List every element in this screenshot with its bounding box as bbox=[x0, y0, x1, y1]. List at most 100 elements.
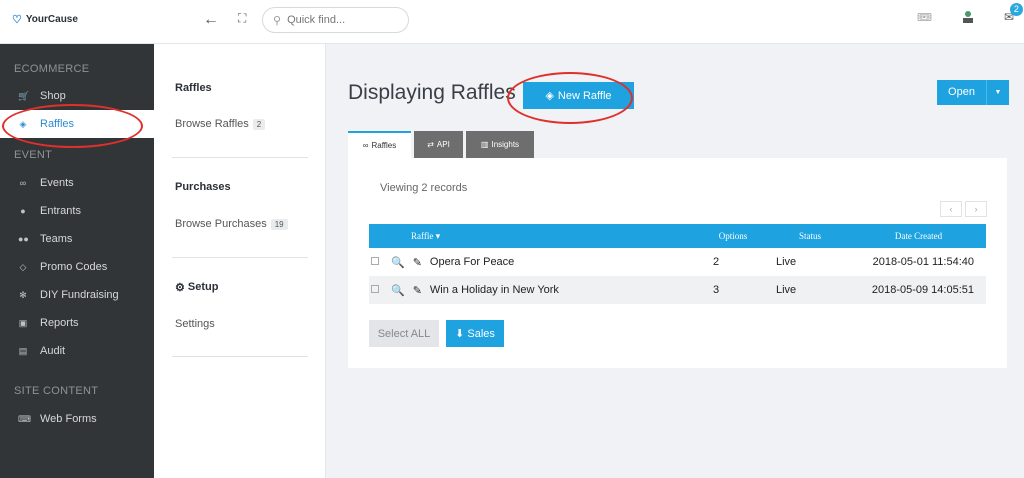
sidebar-item-label: DIY Fundraising bbox=[40, 289, 119, 301]
tab-bar: ∞ Raffles ⇄ API ▥ Insights bbox=[348, 131, 534, 158]
record-count: Viewing 2 records bbox=[380, 182, 468, 194]
tab-api[interactable]: ⇄ API bbox=[414, 131, 463, 158]
sidebar-item-label: Entrants bbox=[40, 205, 81, 217]
search-icon[interactable]: 🔍 bbox=[391, 256, 405, 269]
pager-next-button[interactable]: › bbox=[965, 201, 987, 217]
sidebar-item-teams[interactable]: ●● Teams bbox=[0, 225, 154, 253]
divider bbox=[172, 157, 308, 158]
subnav-purchases-title: Purchases bbox=[175, 181, 231, 193]
sidebar-item-events[interactable]: ∞ Events bbox=[0, 169, 154, 197]
exchange-icon: ⇄ bbox=[427, 140, 434, 149]
select-all-button[interactable]: Select ALL bbox=[369, 320, 439, 347]
setup-label: Setup bbox=[187, 281, 219, 293]
users-icon: ●● bbox=[18, 234, 29, 244]
tab-insights[interactable]: ▥ Insights bbox=[466, 131, 534, 158]
open-dropdown-button[interactable]: Open ▼ bbox=[937, 80, 1009, 105]
fullscreen-icon[interactable]: ⛶ bbox=[238, 11, 246, 26]
gear-icon: ✻ bbox=[19, 289, 27, 300]
sidebar-item-label: Events bbox=[40, 177, 74, 189]
pager-prev-button[interactable]: ‹ bbox=[940, 201, 962, 217]
sidebar-item-reports[interactable]: ▣ Reports bbox=[0, 309, 154, 337]
header-status[interactable]: Status bbox=[769, 224, 851, 248]
gear-icon: ⚙ bbox=[175, 282, 185, 294]
user-icon: ● bbox=[20, 206, 26, 216]
tab-raffles[interactable]: ∞ Raffles bbox=[348, 131, 411, 158]
logo-text: YourCause bbox=[25, 14, 78, 25]
top-bar: ♡ YourCause ← ⛶ ⚲ 🎟 ✉ 2 bbox=[0, 0, 1024, 44]
options-cell: 3 bbox=[697, 276, 769, 304]
bar-chart-icon: ▥ bbox=[480, 140, 489, 149]
status-cell: Live bbox=[776, 256, 797, 268]
browse-raffles-link[interactable]: Browse Raffles 2 bbox=[175, 118, 266, 130]
browse-purchases-label: Browse Purchases bbox=[175, 218, 267, 230]
settings-label: Settings bbox=[175, 318, 215, 330]
tab-label: Raffles bbox=[371, 141, 397, 150]
header-raffle[interactable]: Raffle ▾ bbox=[411, 224, 697, 248]
sidebar-item-label: Audit bbox=[40, 345, 66, 357]
sidebar-item-label: Teams bbox=[40, 233, 73, 245]
cart-icon: 🛒 bbox=[18, 90, 30, 101]
raffles-panel: Viewing 2 records ‹ › Raffle ▾ Options S… bbox=[348, 158, 1007, 368]
sales-download-button[interactable]: ⬇ Sales bbox=[446, 320, 504, 347]
annotation-circle-sidebar bbox=[2, 104, 143, 148]
header-date-created[interactable]: Date Created bbox=[851, 224, 986, 248]
edit-icon[interactable]: ✎ bbox=[413, 284, 422, 297]
keyboard-icon: ⌨ bbox=[18, 413, 31, 424]
sidebar-item-label: Promo Codes bbox=[40, 261, 108, 273]
quick-find-search[interactable]: ⚲ bbox=[262, 7, 409, 33]
header-options[interactable]: Options bbox=[697, 224, 769, 248]
table-row: 🔍 ✎ Win a Holiday in New York 3 Live 201… bbox=[369, 276, 986, 304]
date-cell: 2018-05-09 14:05:51 bbox=[851, 276, 986, 304]
sales-label: Sales bbox=[467, 328, 495, 340]
sidebar-section-ecommerce: ECOMMERCE bbox=[14, 63, 90, 75]
date-cell: 2018-05-01 11:54:40 bbox=[872, 256, 974, 268]
search-icon: ⚲ bbox=[273, 14, 282, 27]
open-label: Open bbox=[948, 86, 975, 98]
sidebar-item-entrants[interactable]: ● Entrants bbox=[0, 197, 154, 225]
top-right-icons: 🎟 ✉ 2 bbox=[917, 3, 1023, 24]
raffle-name: Win a Holiday in New York bbox=[429, 284, 559, 296]
header-checkbox-col bbox=[369, 224, 411, 248]
row-actions: 🔍 ✎ Win a Holiday in New York bbox=[391, 284, 697, 297]
sidebar-item-label: Web Forms bbox=[40, 413, 97, 425]
subnav-setup-title: ⚙ Setup bbox=[175, 281, 218, 294]
subnav-raffles-title: Raffles bbox=[175, 82, 212, 94]
raffle-name-cell: 🔍 ✎ Win a Holiday in New York bbox=[391, 276, 697, 304]
browse-purchases-link[interactable]: Browse Purchases 19 bbox=[175, 218, 288, 230]
tab-label: API bbox=[436, 140, 450, 149]
sidebar-item-promo-codes[interactable]: ◇ Promo Codes bbox=[0, 253, 154, 281]
back-arrow-icon[interactable]: ← bbox=[203, 11, 219, 29]
search-icon[interactable]: 🔍 bbox=[391, 284, 405, 297]
mail-icon[interactable]: ✉ 2 bbox=[1004, 3, 1023, 24]
sidebar-section-site-content: SITE CONTENT bbox=[14, 385, 99, 397]
logo[interactable]: ♡ YourCause bbox=[12, 13, 78, 26]
edit-icon[interactable]: ✎ bbox=[413, 256, 422, 269]
ticket-icon[interactable]: 🎟 bbox=[917, 10, 932, 24]
report-icon: ▣ bbox=[18, 317, 28, 328]
row-checkbox[interactable] bbox=[371, 285, 379, 293]
caret-down-icon[interactable]: ▼ bbox=[986, 80, 1009, 105]
divider bbox=[172, 356, 308, 357]
table-header-row: Raffle ▾ Options Status Date Created bbox=[369, 224, 986, 248]
row-actions: 🔍 ✎ Opera For Peace bbox=[391, 256, 697, 269]
sidebar-item-label: Shop bbox=[40, 90, 66, 102]
row-checkbox[interactable] bbox=[371, 257, 379, 265]
annotation-circle-new-raffle bbox=[507, 72, 633, 124]
raffle-name-cell: 🔍 ✎ Opera For Peace bbox=[391, 248, 697, 276]
browse-purchases-count: 19 bbox=[270, 218, 288, 230]
search-input[interactable] bbox=[287, 14, 388, 26]
mail-count-badge: 2 bbox=[1009, 3, 1023, 16]
download-icon: ⬇ bbox=[455, 328, 465, 340]
page-title: Displaying Raffles bbox=[348, 81, 516, 104]
sidebar-item-audit[interactable]: ▤ Audit bbox=[0, 337, 154, 365]
settings-link[interactable]: Settings bbox=[175, 318, 215, 330]
browse-raffles-label: Browse Raffles bbox=[175, 118, 249, 130]
user-icon[interactable] bbox=[962, 10, 974, 24]
table-row: 🔍 ✎ Opera For Peace 2 Live 2018-05-01 11… bbox=[369, 248, 986, 276]
raffles-table: Raffle ▾ Options Status Date Created 🔍 ✎… bbox=[369, 224, 986, 304]
sidebar-item-diy-fundraising[interactable]: ✻ DIY Fundraising bbox=[0, 281, 154, 309]
binoculars-icon: ∞ bbox=[362, 141, 369, 150]
sidebar-item-label: Reports bbox=[40, 317, 79, 329]
sidebar-item-web-forms[interactable]: ⌨ Web Forms bbox=[0, 405, 154, 433]
options-cell: 2 bbox=[713, 256, 720, 268]
